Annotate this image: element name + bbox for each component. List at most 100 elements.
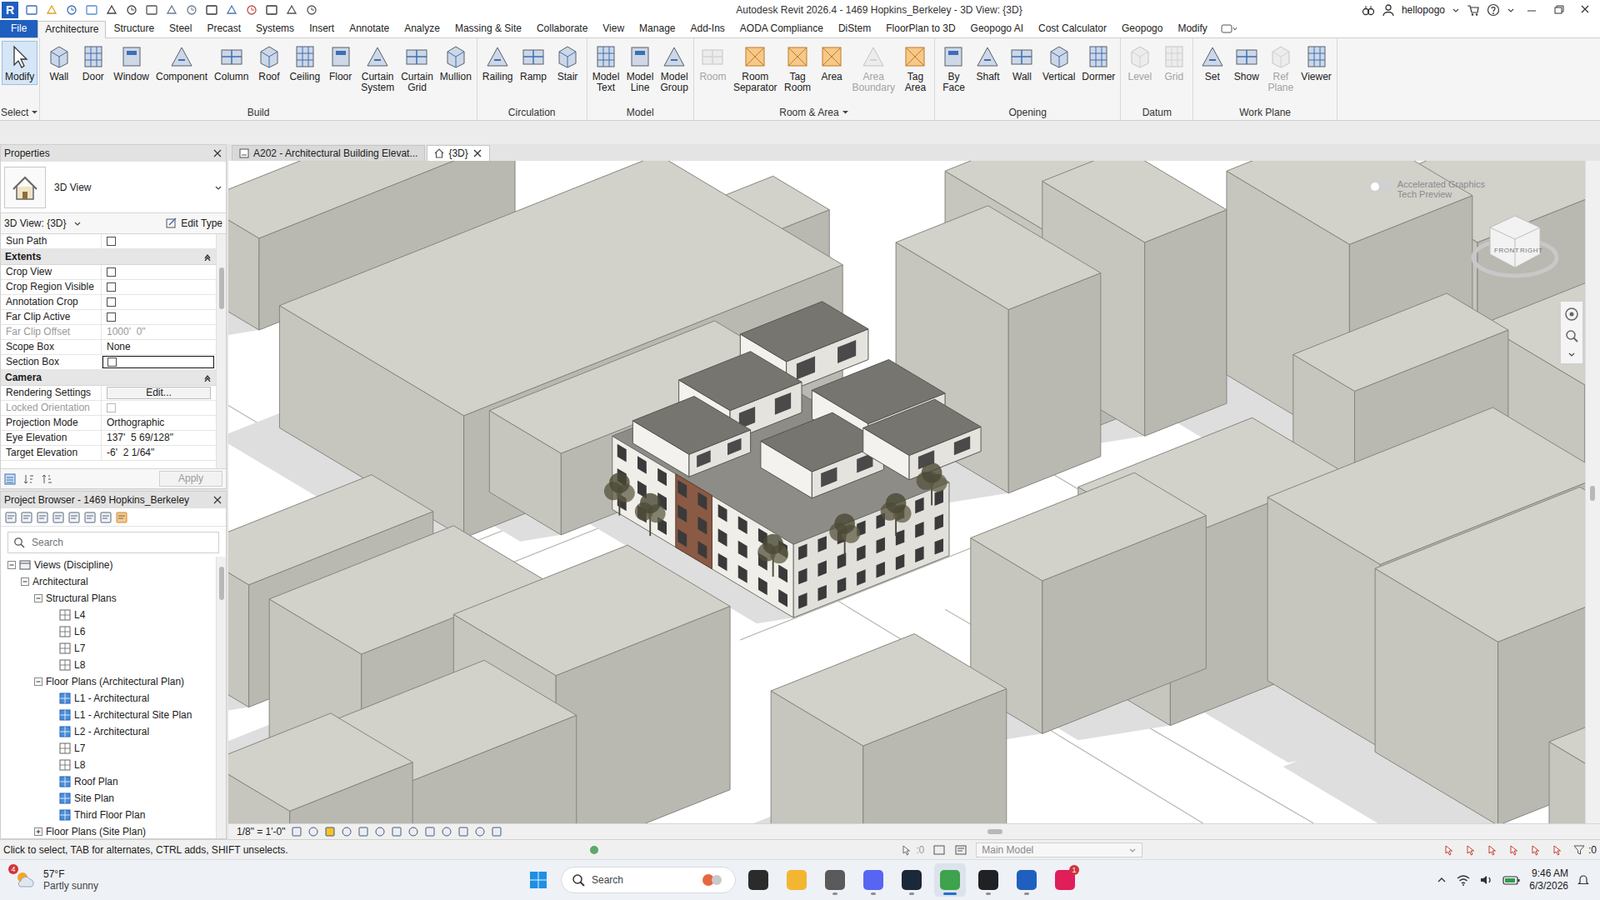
property-row[interactable]: Crop View (0, 265, 216, 280)
clock[interactable]: 9:46 AM6/3/2026 (1529, 867, 1569, 893)
dropdown-icon[interactable] (1567, 350, 1576, 359)
help-icon[interactable] (1486, 3, 1500, 17)
ribbon-tab[interactable]: AODA Compliance (732, 20, 831, 38)
property-section[interactable]: Camera (0, 370, 216, 386)
expand-icon[interactable] (34, 827, 43, 836)
ribbon-button[interactable]: Model Group (657, 40, 692, 96)
notifications-icon[interactable] (1576, 873, 1590, 887)
temp-hide-icon[interactable] (424, 825, 436, 838)
property-section[interactable]: Extents (0, 249, 216, 265)
restore-icon[interactable] (1548, 3, 1569, 17)
worksharing-icon[interactable] (457, 825, 470, 838)
detail-level-icon[interactable] (290, 825, 303, 838)
toggle-switch[interactable] (1369, 180, 1393, 193)
editing-requests-icon[interactable] (932, 844, 946, 856)
type-selector[interactable]: 3D View (0, 161, 226, 214)
ribbon-button[interactable]: By Face (936, 40, 971, 96)
hide-crop-icon[interactable] (390, 825, 403, 838)
text-icon[interactable] (205, 3, 219, 17)
undo-icon[interactable] (105, 3, 119, 17)
view-tab[interactable]: A202 - Architectural Building Elevat... (231, 145, 425, 161)
ribbon-button[interactable]: Column (210, 40, 252, 85)
sun-path-icon[interactable] (324, 825, 336, 838)
ribbon-button[interactable]: Railing (479, 40, 517, 85)
view-item[interactable]: Site Plan (4, 790, 216, 807)
property-row[interactable]: Section Box (0, 355, 216, 370)
close-icon[interactable] (1575, 3, 1595, 17)
dimension-icon[interactable] (185, 3, 199, 17)
ribbon-tab[interactable]: Insert (301, 20, 342, 38)
view-item[interactable]: L1 - Architectural (4, 690, 216, 707)
ribbon-tab[interactable]: Manage (631, 20, 683, 38)
print-icon[interactable] (145, 3, 159, 17)
ribbon-tab[interactable]: Architecture (37, 20, 106, 39)
taskbar-app[interactable]: 1 (1049, 863, 1081, 897)
ribbon-tab[interactable]: Massing & Site (447, 20, 530, 38)
steering-wheel-icon[interactable] (1564, 306, 1580, 322)
zoom-icon[interactable] (1564, 328, 1580, 344)
collapse-icon[interactable] (203, 252, 212, 261)
taskbar-app[interactable] (895, 863, 928, 897)
view-cube-icon[interactable] (1468, 202, 1565, 286)
user-icon[interactable] (1381, 3, 1395, 17)
ribbon-tab[interactable]: Geopogo (1114, 20, 1170, 38)
ribbon-tab[interactable]: Collaborate (529, 20, 595, 38)
checkbox[interactable] (106, 267, 116, 277)
shadows-icon[interactable] (340, 825, 353, 838)
view-item[interactable]: L7 (4, 740, 216, 757)
highlight-icon[interactable] (490, 825, 503, 838)
taskbar-app[interactable] (819, 863, 851, 897)
ribbon-button[interactable]: Tag Room (780, 40, 815, 96)
edit-button[interactable]: Edit... (106, 386, 211, 400)
taskbar-app[interactable] (857, 863, 890, 897)
ribbon-button[interactable]: Area (815, 40, 850, 85)
panel-menu-icon[interactable] (30, 108, 39, 116)
property-row[interactable]: Rendering SettingsEdit... (0, 385, 216, 401)
property-row[interactable]: Target Elevation-6' 2 1/64" (0, 445, 216, 461)
close-icon[interactable] (472, 148, 483, 159)
ribbon-tab[interactable]: Add-Ins (682, 20, 732, 38)
accelerated-graphics-toggle[interactable]: Accelerated Graphics Tech Preview (1369, 179, 1485, 200)
scrollbar[interactable] (215, 556, 226, 839)
ribbon-button[interactable]: Shaft (970, 40, 1005, 85)
minimize-icon[interactable] (1521, 3, 1542, 17)
collapse-icon[interactable] (203, 373, 212, 382)
worksets-icon[interactable] (588, 844, 600, 856)
open-icon[interactable] (45, 3, 59, 17)
close-icon[interactable] (212, 495, 223, 505)
expand-icon[interactable] (20, 577, 30, 586)
property-row[interactable]: Eye Elevation137' 5 69/128" (0, 430, 216, 446)
ribbon-button[interactable]: Ramp (516, 40, 551, 85)
checkbox[interactable] (106, 282, 116, 292)
select-by-face-icon[interactable] (1508, 844, 1522, 856)
ribbon-button[interactable]: Component (152, 40, 211, 85)
horizontal-scrollbar[interactable] (519, 826, 1585, 837)
checkbox[interactable] (107, 357, 117, 367)
battery-icon[interactable] (1502, 873, 1521, 887)
wifi-icon[interactable] (1455, 873, 1471, 887)
groups-icon[interactable] (83, 510, 97, 525)
weather-widget[interactable]: 457°FPartly sunny (0, 868, 523, 892)
sync-icon[interactable] (85, 3, 99, 17)
design-options-icon[interactable] (954, 844, 968, 856)
ribbon-tab[interactable]: Structure (105, 20, 162, 38)
dropdown-icon[interactable] (214, 183, 223, 192)
tree-node[interactable]: Structural Plans (4, 590, 216, 607)
customize-icon[interactable] (305, 3, 319, 17)
sort-descending-icon[interactable] (40, 473, 53, 485)
families-icon[interactable] (67, 510, 81, 525)
tree-node[interactable]: Architectural (4, 573, 216, 590)
ribbon-button[interactable]: Modify (1, 40, 38, 85)
section-icon[interactable] (245, 3, 259, 17)
render-icon[interactable] (357, 825, 370, 838)
filter-icon[interactable] (115, 510, 129, 525)
ribbon-button[interactable]: Set (1195, 40, 1230, 85)
view-item[interactable]: L6 (4, 623, 216, 640)
dropdown-icon[interactable] (1451, 5, 1460, 15)
view-item[interactable]: Third Floor Plan (4, 806, 216, 824)
ribbon-tab[interactable]: Annotate (341, 20, 397, 38)
reveal-icon[interactable] (440, 825, 453, 838)
ribbon-button[interactable]: Model Line (623, 40, 658, 96)
crop-icon[interactable] (374, 825, 386, 838)
ribbon-tab[interactable]: Modify (1170, 20, 1215, 38)
